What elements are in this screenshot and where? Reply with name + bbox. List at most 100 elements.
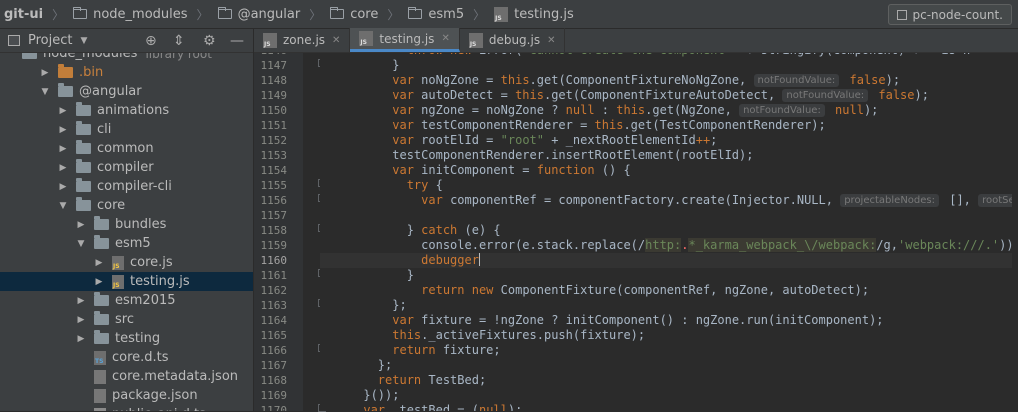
- breadcrumb-item-core[interactable]: core: [330, 7, 378, 22]
- tab-zone-js[interactable]: JS zone.js ✕: [254, 28, 351, 52]
- code-line[interactable]: try {: [320, 178, 443, 193]
- locate-target-icon[interactable]: ⊕: [145, 29, 157, 53]
- keyword-token: this: [500, 73, 530, 87]
- chevron-down-icon[interactable]: ▼: [76, 239, 86, 249]
- tree-item-package-json[interactable]: ▶package.json: [0, 386, 253, 405]
- code-line[interactable]: };: [320, 358, 392, 373]
- tree-item-node-modules[interactable]: ▶node_moduleslibrary root: [0, 53, 253, 63]
- chevron-down-icon[interactable]: ▼: [80, 36, 87, 46]
- tree-item-testing-js[interactable]: ▶ testing.js: [0, 272, 253, 291]
- breadcrumb-item-esm5[interactable]: esm5: [408, 7, 464, 22]
- project-view-icon: [8, 35, 20, 46]
- breadcrumb-item-node-modules[interactable]: node_modules: [73, 7, 188, 22]
- code-line[interactable]: var _testBed = (null);: [320, 403, 522, 411]
- keyword-token: false: [871, 88, 915, 102]
- code-line[interactable]: var componentRef = componentFactory.crea…: [320, 193, 1018, 208]
- js-badge: JS: [469, 40, 477, 48]
- code-line[interactable]: this._activeFixtures.push(fixture);: [320, 328, 645, 343]
- tree-item-common[interactable]: ▶ common: [0, 139, 253, 158]
- tree-item-animations[interactable]: ▶ animations: [0, 101, 253, 120]
- code-line[interactable]: }());: [320, 388, 399, 403]
- code-line[interactable]: };: [320, 298, 406, 313]
- tree-item-compiler[interactable]: ▶ compiler: [0, 158, 253, 177]
- tree-item-public-api-d-ts[interactable]: ▶public_api.d.ts: [0, 405, 253, 411]
- breadcrumb-item-angular[interactable]: @angular: [217, 7, 300, 22]
- hide-panel-icon[interactable]: —: [230, 29, 244, 53]
- breadcrumb-item-testing-js[interactable]: JS testing.js: [494, 6, 574, 22]
- chevron-right-icon[interactable]: ▶: [76, 220, 86, 230]
- chevron-right-icon[interactable]: ▶: [58, 144, 68, 154]
- code-line[interactable]: var ngZone = noNgZone ? null : this.get(…: [320, 103, 878, 118]
- code-line[interactable]: }: [320, 268, 414, 283]
- chevron-down-icon[interactable]: ▼: [58, 201, 68, 211]
- chevron-right-icon[interactable]: ▶: [76, 334, 86, 344]
- code-line[interactable]: var autoDetect = this.get(ComponentFixtu…: [320, 88, 929, 103]
- code-line[interactable]: var rootElId = "root" + _nextRootElement…: [320, 133, 717, 148]
- tree-item-src[interactable]: ▶ src: [0, 310, 253, 329]
- tree-item-core[interactable]: ▼ core: [0, 196, 253, 215]
- line-number: 1162: [260, 284, 288, 297]
- folder-icon: [94, 235, 109, 249]
- string-token: "root": [500, 133, 544, 147]
- line-number: 1157: [260, 209, 288, 222]
- tree-item--angular[interactable]: ▼ @angular: [0, 82, 253, 101]
- close-icon[interactable]: ✕: [547, 35, 555, 46]
- tree-item-esm2015[interactable]: ▶ esm2015: [0, 291, 253, 310]
- chevron-right-icon[interactable]: ▶: [76, 315, 86, 325]
- gear-icon[interactable]: ⚙: [203, 29, 216, 53]
- keyword-token: var: [392, 163, 422, 177]
- code-line[interactable]: console.error(e.stack.replace(/http:.*_k…: [320, 238, 1018, 253]
- tab-testing-js[interactable]: JS testing.js ✕: [350, 28, 460, 52]
- line-number: 1152: [260, 134, 288, 147]
- code-line[interactable]: return fixture;: [320, 343, 500, 358]
- code-token: fixture = !ngZone ? initComponent() : ng…: [421, 313, 884, 327]
- folder-icon: [94, 330, 109, 344]
- code-line[interactable]: return TestBed;: [320, 373, 486, 388]
- editor-scrollbar[interactable]: [1012, 53, 1018, 411]
- keyword-token: return new: [421, 283, 501, 297]
- tree-item-bundles[interactable]: ▶ bundles: [0, 215, 253, 234]
- code-line[interactable]: var initComponent = function () {: [320, 163, 631, 178]
- collapse-all-icon[interactable]: ⇕: [173, 29, 185, 53]
- code-token: + stringify(component) + ' is n: [739, 53, 970, 57]
- code-line[interactable]: debugger: [320, 253, 1018, 268]
- run-configuration-selector[interactable]: pc-node-count.: [887, 4, 1012, 25]
- code-line[interactable]: } catch (e) {: [320, 223, 501, 238]
- chevron-right-icon[interactable]: ▶: [58, 163, 68, 173]
- regex-token: *_karma_webpack_\/webpack:: [688, 238, 877, 252]
- folder-icon: [58, 83, 73, 97]
- line-number: 1168: [260, 374, 288, 387]
- code-line[interactable]: testComponentRenderer.insertRootElement(…: [320, 148, 753, 163]
- code-line[interactable]: throw new Error('Cannot create the compo…: [320, 53, 971, 58]
- chevron-right-icon[interactable]: ▶: [40, 68, 50, 78]
- tree-item-compiler-cli[interactable]: ▶ compiler-cli: [0, 177, 253, 196]
- code-token: () {: [601, 163, 631, 177]
- chevron-right-icon[interactable]: ▶: [58, 182, 68, 192]
- tree-item-core-d-ts[interactable]: ▶core.d.ts: [0, 348, 253, 367]
- chevron-right-icon[interactable]: ▶: [58, 125, 68, 135]
- tab-debug-js[interactable]: JS debug.js ✕: [460, 28, 566, 52]
- chevron-right-icon[interactable]: ▶: [76, 296, 86, 306]
- code-token: console.error(e.stack.replace(/: [421, 238, 646, 252]
- chevron-right-icon[interactable]: ▶: [94, 258, 104, 268]
- chevron-right-icon[interactable]: ▶: [94, 277, 104, 287]
- project-panel-title[interactable]: Project: [28, 33, 72, 48]
- code-line[interactable]: var noNgZone = this.get(ComponentFixture…: [320, 73, 900, 88]
- breadcrumb-item-git-ui[interactable]: git-ui: [4, 7, 43, 22]
- close-icon[interactable]: ✕: [332, 35, 340, 46]
- code-editor[interactable]: throw new Error('Cannot create the compo…: [320, 53, 1018, 411]
- tree-item-esm5[interactable]: ▼ esm5: [0, 234, 253, 253]
- close-icon[interactable]: ✕: [441, 33, 449, 44]
- tree-item-testing[interactable]: ▶ testing: [0, 329, 253, 348]
- tree-item-core-js[interactable]: ▶ core.js: [0, 253, 253, 272]
- chevron-down-icon[interactable]: ▼: [40, 87, 50, 97]
- code-token: + _nextRootElementId: [544, 133, 696, 147]
- tree-item-core-metadata-json[interactable]: ▶core.metadata.json: [0, 367, 253, 386]
- tree-item--bin[interactable]: ▶ .bin: [0, 63, 253, 82]
- tree-item-cli[interactable]: ▶ cli: [0, 120, 253, 139]
- code-line[interactable]: return new ComponentFixture(componentRef…: [320, 283, 869, 298]
- chevron-right-icon[interactable]: ▶: [58, 106, 68, 116]
- code-line[interactable]: }: [320, 58, 399, 73]
- code-line[interactable]: var testComponentRenderer = this.get(Tes…: [320, 118, 826, 133]
- code-line[interactable]: var fixture = !ngZone ? initComponent() …: [320, 313, 884, 328]
